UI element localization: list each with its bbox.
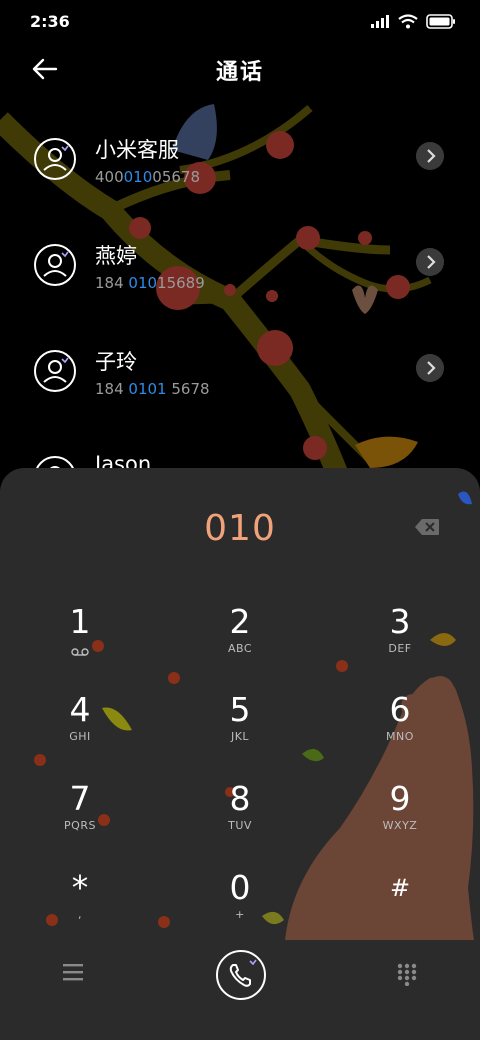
contact-number: 184 01015689 — [95, 274, 205, 292]
contact-details-chevron-icon[interactable] — [416, 354, 444, 382]
page-title: 通话 — [215, 60, 264, 85]
call-button[interactable] — [216, 950, 266, 1000]
dial-key-9[interactable]: 9 WXYZ — [330, 779, 470, 859]
contact-name: 子玲 — [95, 350, 137, 374]
dialpad-grid-icon[interactable] — [396, 962, 418, 986]
contact-details-chevron-icon[interactable] — [416, 248, 444, 276]
backspace-icon[interactable] — [414, 518, 440, 536]
status-bar: 2:36 — [0, 0, 480, 42]
avatar-icon — [34, 350, 76, 392]
dial-key-2[interactable]: 2 ABC — [170, 602, 310, 682]
dial-key-6[interactable]: 6 MNO — [330, 690, 470, 770]
status-time: 2:36 — [30, 11, 70, 31]
contact-number: 40001005678 — [95, 168, 200, 186]
matched-digits: 010 — [123, 168, 153, 186]
dial-key-1[interactable]: 1 — [10, 602, 150, 682]
menu-icon[interactable] — [62, 962, 84, 982]
dial-key-star[interactable]: * , — [10, 868, 150, 948]
dial-key-5[interactable]: 5 JKL — [170, 690, 310, 770]
contact-details-chevron-icon[interactable] — [416, 142, 444, 170]
dial-key-3[interactable]: 3 DEF — [330, 602, 470, 682]
dial-key-8[interactable]: 8 TUV — [170, 779, 310, 859]
avatar-icon — [34, 244, 76, 286]
signal-icon — [371, 15, 389, 28]
voicemail-icon — [71, 648, 89, 656]
header: 通话 — [0, 42, 480, 98]
wifi-icon — [398, 13, 418, 28]
dial-key-hash[interactable]: # — [330, 868, 470, 948]
contact-number: 184 0101 5678 — [95, 380, 210, 398]
contact-row[interactable]: 燕婷 184 01015689 — [0, 226, 480, 318]
contact-name: 燕婷 — [95, 244, 137, 268]
dialpad-panel: 010 1 2 ABC 3 DEF 4 GHI 5 JKL 6 MNO 7 PQ… — [0, 468, 480, 1040]
avatar-icon — [34, 138, 76, 180]
dial-key-4[interactable]: 4 GHI — [10, 690, 150, 770]
battery-icon — [426, 13, 455, 29]
dialed-number-display: 010 — [204, 508, 276, 549]
contact-name: 小米客服 — [95, 138, 179, 162]
dialpad-bottom-bar — [0, 946, 480, 1006]
dial-key-0[interactable]: 0 + — [170, 868, 310, 948]
matched-digits: 0101 — [128, 380, 167, 398]
contact-row[interactable]: 小米客服 40001005678 — [0, 120, 480, 212]
matched-digits: 010 — [128, 274, 158, 292]
status-icons — [370, 13, 456, 29]
contact-row[interactable]: 子玲 184 0101 5678 — [0, 332, 480, 424]
dial-key-7[interactable]: 7 PQRS — [10, 779, 150, 859]
